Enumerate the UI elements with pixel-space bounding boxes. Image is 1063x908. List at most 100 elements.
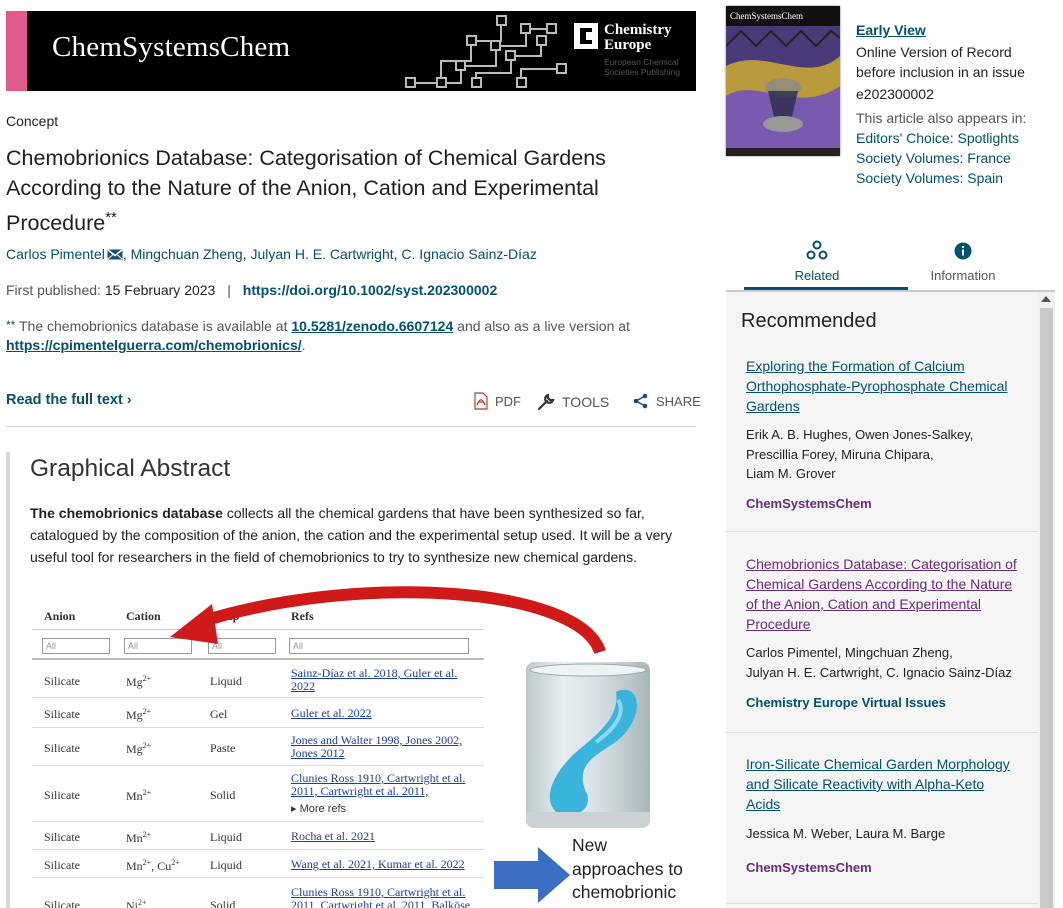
tools-button[interactable]: TOOLS xyxy=(536,392,609,412)
row-setup: Liquid xyxy=(210,858,242,872)
tools-label: TOOLS xyxy=(562,394,610,410)
recommended-card: Chemobrionics Database: Categorisation o… xyxy=(726,533,1038,733)
recommended-authors: Erik A. B. Hughes, Owen Jones-Salkey, Pr… xyxy=(746,427,974,481)
recommended-source-link[interactable]: ChemSystemsChem xyxy=(746,860,872,875)
more-refs-toggle: ▸ More refs xyxy=(291,803,347,815)
tab-information-label: Information xyxy=(930,268,996,283)
row-refs: Wang et al. 2021, Kumar et al. 2022 xyxy=(291,857,465,871)
recommended-author: Carlos Pimentel xyxy=(746,645,838,660)
table-row: Silicate Mg2+ Gel Guler et al. 2022 xyxy=(32,698,484,728)
chemical-garden-photo xyxy=(526,662,650,828)
zenodo-link[interactable]: 10.5281/zenodo.6607124 xyxy=(291,318,453,334)
article-title: Chemobrionics Database: Categorisation o… xyxy=(6,143,696,238)
author-link[interactable]: Julyan H. E. Cartwright xyxy=(250,246,393,262)
pdf-button[interactable]: PDF xyxy=(473,392,521,410)
email-icon[interactable] xyxy=(107,249,123,260)
new-text-line: New xyxy=(572,835,608,855)
recommended-author: Owen Jones-Salkey xyxy=(855,427,970,442)
recommended-author: Miruna Chipara xyxy=(841,446,930,462)
scrollbar-thumb[interactable] xyxy=(1040,308,1053,908)
collection-link[interactable]: Editors' Choice: Spotlights xyxy=(856,128,1046,148)
chemistry-europe-logo: Chemistry Europe European Chemical Societi… xyxy=(574,23,692,83)
divider xyxy=(6,426,696,427)
sidebar-tabs: Related Information xyxy=(726,228,1055,290)
table-row: Silicate Mg2+ Liquid Sainz-Díaz et al. 2018… xyxy=(32,662,484,698)
table-row: Silicate Mg2+ Paste Jones and Walter 1998, … xyxy=(32,728,484,766)
wrench-icon xyxy=(537,393,555,411)
table-row: Silicate Mn2+, Cu2+ Liquid Wang et al. 2021… xyxy=(32,850,484,878)
database-footnote: ** The chemobrionics database is availab… xyxy=(6,316,696,355)
share-icon xyxy=(633,393,648,409)
live-version-link[interactable]: https://cpimentelguerra.com/chemobrionic… xyxy=(6,337,302,353)
early-view-link[interactable]: Early View xyxy=(856,20,1046,40)
title-footnote-mark[interactable]: ** xyxy=(105,209,117,226)
column-header-anion: Anion xyxy=(44,609,76,623)
chemistry-europe-icon xyxy=(574,23,598,49)
row-setup: Gel xyxy=(210,707,228,721)
scroll-up-icon[interactable] xyxy=(1041,296,1051,302)
row-anion: Silicate xyxy=(44,898,80,908)
row-anion: Silicate xyxy=(44,707,80,721)
row-setup: Solid xyxy=(210,898,236,908)
chevron-right-icon: › xyxy=(126,391,132,407)
row-cation: Ni2+ xyxy=(126,898,147,908)
row-cation: Mn2+ xyxy=(126,788,152,803)
graphical-abstract-heading: Graphical Abstract xyxy=(30,455,231,482)
tab-related[interactable]: Related xyxy=(744,228,908,290)
table-row: Silicate Mn2+ Solid Clunies Ross 1910, Cart… xyxy=(32,766,484,822)
article-title-text: Chemobrionics Database: Categorisation o… xyxy=(6,146,606,236)
author-link[interactable]: Mingchuan Zheng xyxy=(131,246,243,262)
recommended-panel: Recommended Exploring the Formation of C… xyxy=(726,292,1038,908)
pdf-icon xyxy=(474,392,488,410)
cover-artwork xyxy=(726,26,840,156)
online-version-text: Online Version of Record before inclusio… xyxy=(856,44,1025,80)
recommended-source-link[interactable]: ChemSystemsChem xyxy=(746,496,872,511)
article-type: Concept xyxy=(6,113,59,129)
recommended-authors: Jessica M. Weber, Laura M. Barge xyxy=(746,826,946,841)
recommended-card: Iron-Silicate Chemical Garden Morphology… xyxy=(726,734,1038,904)
recommended-title-link[interactable]: Iron-Silicate Chemical Garden Morphology… xyxy=(746,754,1021,814)
row-refs: Rocha et al. 2021 xyxy=(291,829,375,843)
collection-link[interactable]: Society Volumes: France xyxy=(856,148,1046,168)
row-setup: Solid xyxy=(210,788,236,802)
tab-related-label: Related xyxy=(794,268,840,283)
journal-banner[interactable]: ChemSystemsChem Chemistry Europe European… xyxy=(6,11,696,91)
collection-link[interactable]: Society Volumes: Spain xyxy=(856,168,1046,188)
recommended-author: Laura M. Barge xyxy=(855,826,946,841)
publisher-name-line-1: Chemistry xyxy=(604,22,672,38)
read-full-text-link[interactable]: Read the full text › xyxy=(6,391,132,408)
journal-cover[interactable]: ChemSystemsChem xyxy=(726,6,840,156)
table-row: Silicate Ni2+ Solid Clunies Ross 1910, Cart… xyxy=(32,878,484,908)
author-link[interactable]: Carlos Pimentel xyxy=(6,246,105,262)
pub-separator: | xyxy=(227,282,231,298)
recommended-source-link[interactable]: Chemistry Europe Virtual Issues xyxy=(746,695,946,710)
row-cation: Mg2+ xyxy=(126,674,152,689)
tab-information[interactable]: Information xyxy=(890,228,1036,290)
recommended-author: Prescillia Forey xyxy=(746,446,834,462)
doi-link[interactable]: https://doi.org/10.1002/syst.202300002 xyxy=(243,282,497,298)
graphical-abstract: Graphical Abstract The chemobrionics dat… xyxy=(6,452,696,908)
recommended-scrollbar[interactable] xyxy=(1038,292,1055,908)
author-link[interactable]: C. Ignacio Sainz-Díaz xyxy=(401,246,536,262)
circuit-graphic xyxy=(405,15,567,88)
new-text-line: chemobrionic xyxy=(572,882,677,902)
filter-anion: All xyxy=(42,638,110,654)
publisher-name-line-2: Europe xyxy=(604,37,652,53)
new-approaches-text: New approaches to chemobrionic xyxy=(572,834,683,905)
recommended-title-link[interactable]: Chemobrionics Database: Categorisation o… xyxy=(746,554,1021,634)
author-separator: , xyxy=(122,246,131,262)
author-list: Carlos Pimentel, Mingchuan Zheng, Julyan… xyxy=(6,246,537,262)
row-cation: Mg2+ xyxy=(126,707,152,722)
share-button[interactable]: SHARE xyxy=(632,392,701,410)
recommended-author: Julyan H. E. Cartwright xyxy=(746,664,879,680)
publication-info: First published: 15 February 2023 | http… xyxy=(6,282,497,298)
footnote-text-1: The chemobrionics database is available … xyxy=(18,318,288,334)
row-anion: Silicate xyxy=(44,674,80,688)
footnote-mark: ** xyxy=(6,318,16,332)
publisher-sub-line-2: Societies Publishing xyxy=(604,66,681,77)
recommended-title-link[interactable]: Exploring the Formation of Calcium Ortho… xyxy=(746,356,1021,416)
chemical-garden-image xyxy=(526,663,650,828)
footnote-end: . xyxy=(301,337,306,353)
row-refs: Sainz-Díaz et al. 2018, Guler et al. 202… xyxy=(291,666,458,693)
row-anion: Silicate xyxy=(44,741,80,755)
